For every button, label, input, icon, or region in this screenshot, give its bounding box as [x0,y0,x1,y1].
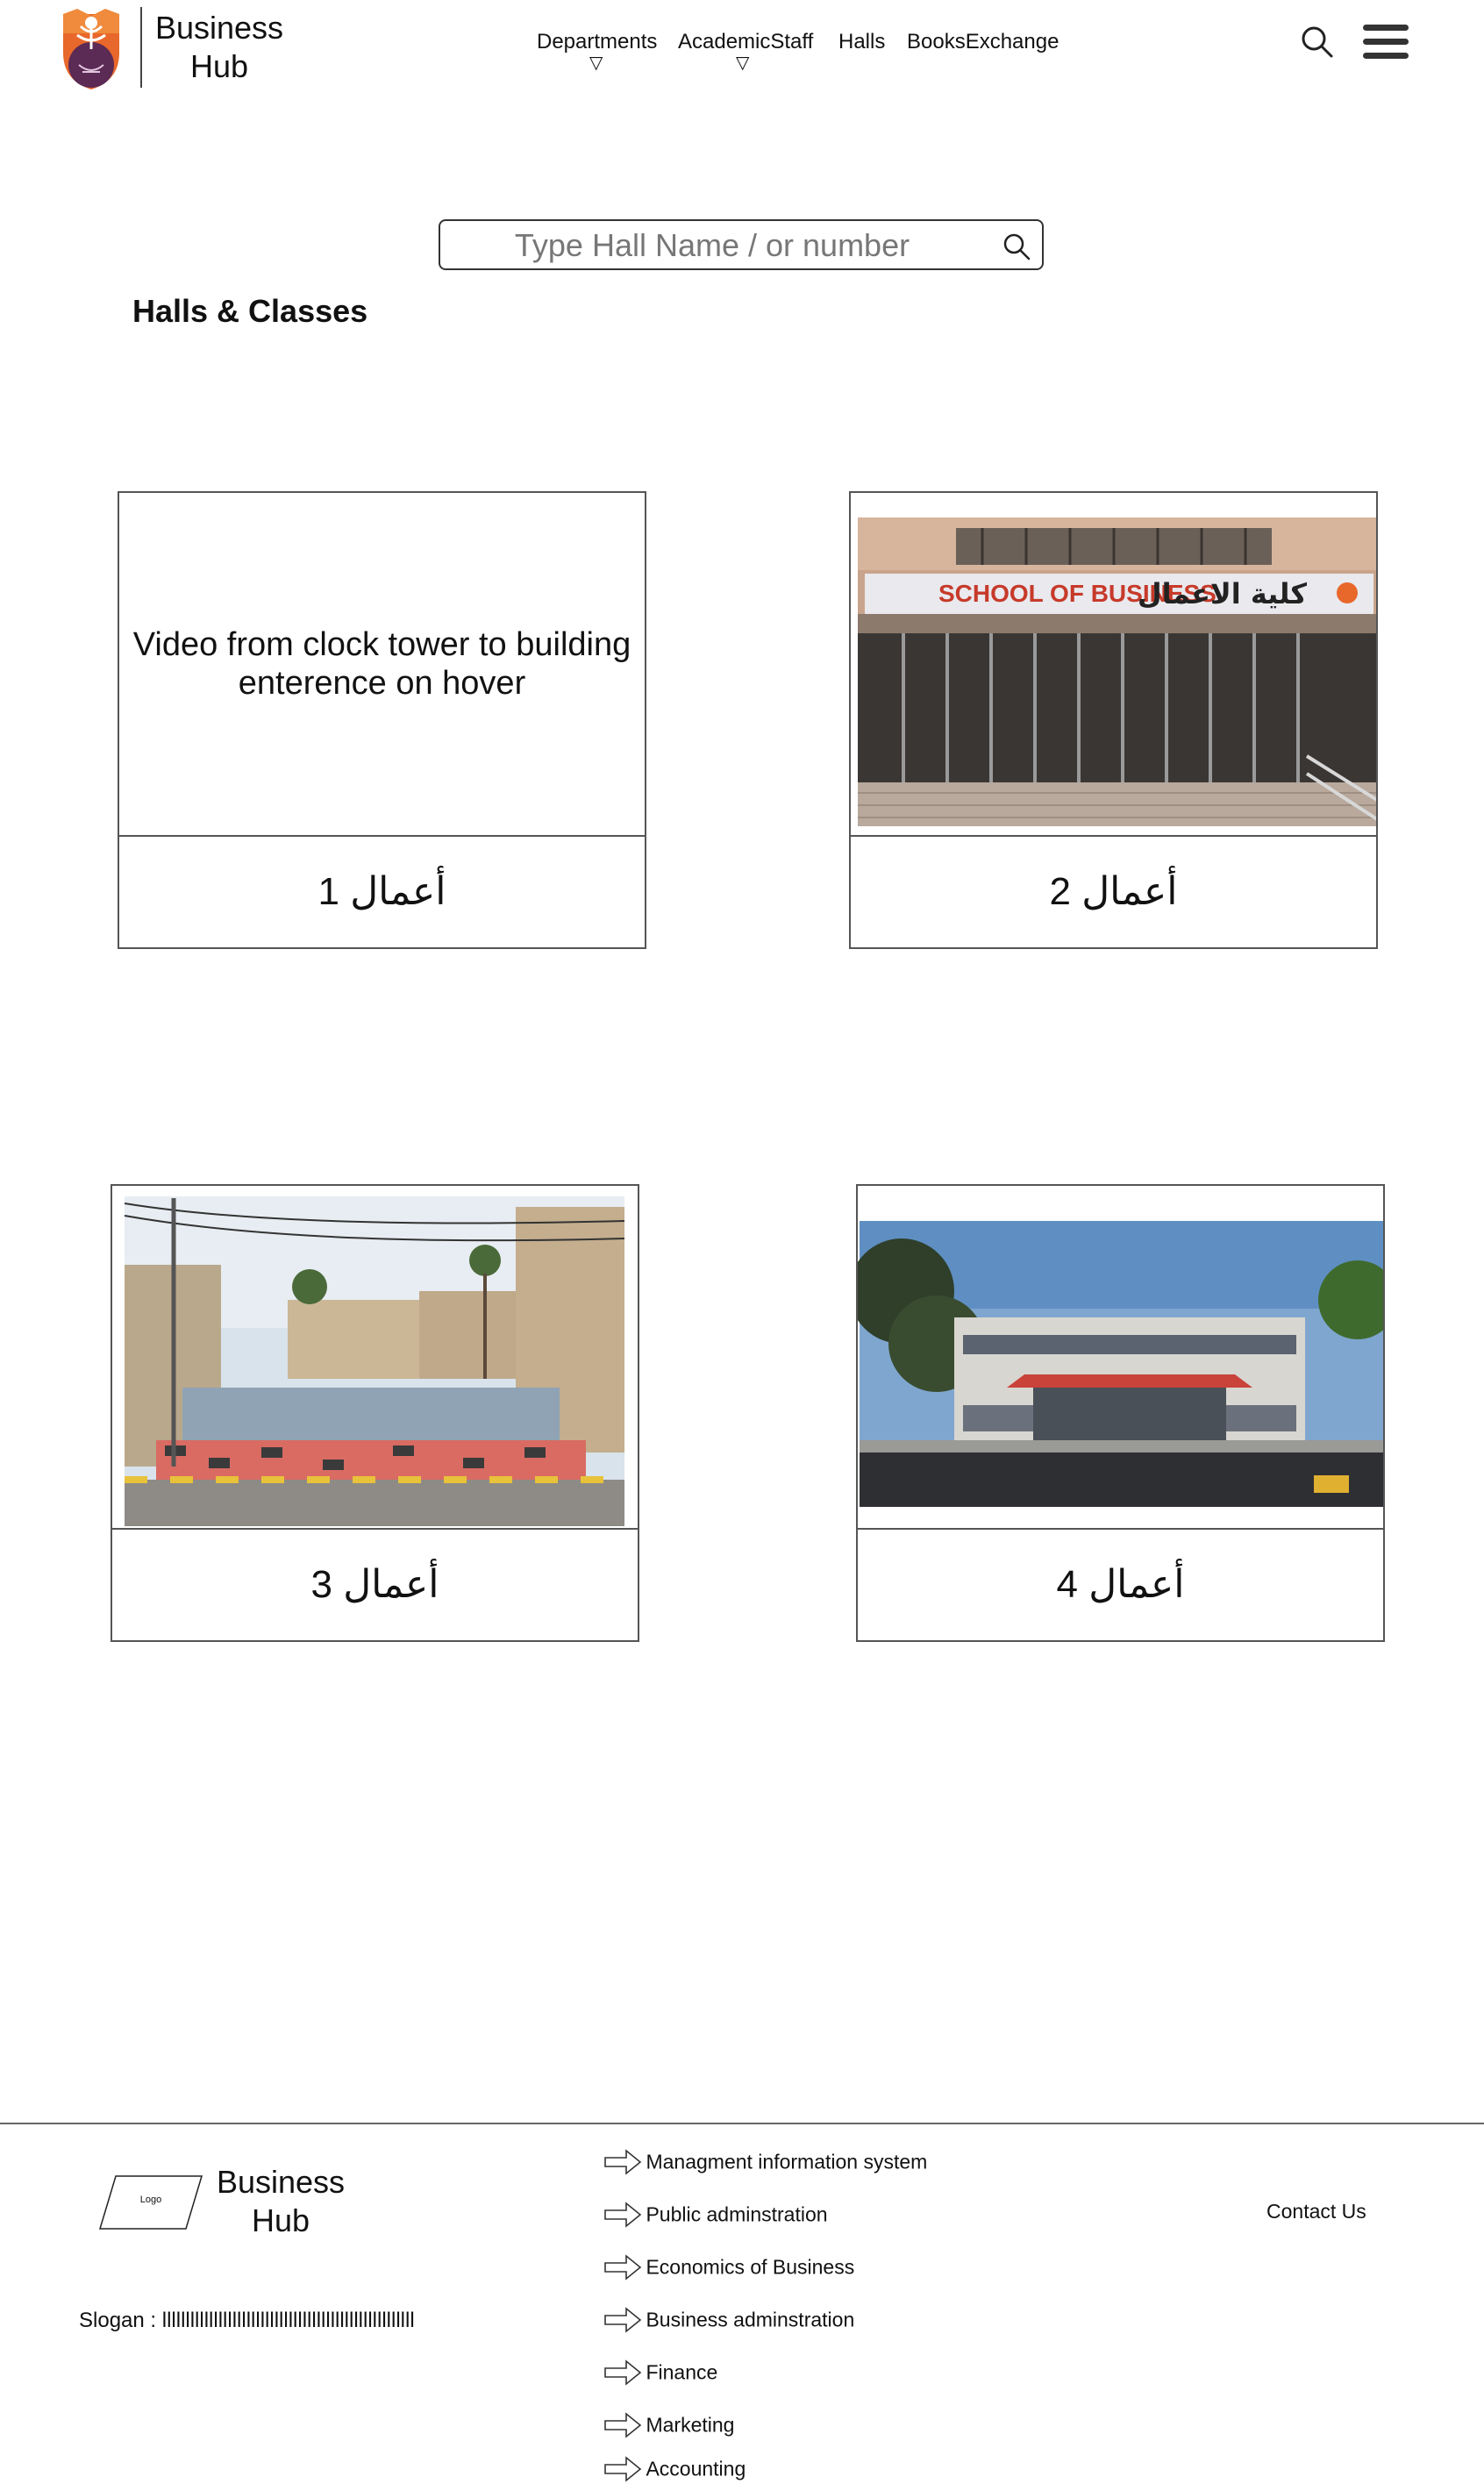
search-icon[interactable] [1002,232,1031,261]
campus-stairs-photo [112,1186,638,1530]
hall-card-3[interactable]: أعمال 3 [111,1184,639,1642]
hall-search-input[interactable] [447,225,977,267]
nav-academic-staff[interactable]: AcademicStaff ▽ [678,30,813,72]
footer-link-public-administration[interactable]: Public adminstration [603,2202,828,2228]
footer-link-business-administration[interactable]: Business adminstration [603,2307,854,2333]
chevron-down-icon[interactable]: ▽ [537,54,657,72]
hall-card-4[interactable]: أعمال 4 [856,1184,1385,1642]
nav-books-exchange[interactable]: BooksExchange [907,30,1059,54]
footer-link-label: Economics of Business [646,2255,855,2279]
brand-line-2: Hub [189,48,249,84]
hall-card-label: أعمال 4 [1056,1562,1185,1606]
building-facade-photo [858,1186,1383,1530]
arrow-right-icon [604,2254,642,2280]
nav-departments-label: Departments [537,30,658,54]
footer-link-marketing[interactable]: Marketing [603,2412,734,2438]
arrow-right-icon [604,2307,642,2333]
footer-link-label: Marketing [646,2413,735,2437]
video-placeholder-text: Video from clock tower to building enter… [132,626,631,702]
nav-academic-staff-label: AcademicStaff [678,30,814,54]
contact-us-link[interactable]: Contact Us [1266,2200,1366,2223]
footer-link-accounting[interactable]: Accounting [603,2456,746,2482]
footer-divider [0,2123,1484,2124]
hall-card-1[interactable]: Video from clock tower to building enter… [118,491,646,949]
arrow-right-icon [604,2359,642,2386]
brand-divider [140,7,142,88]
arrow-right-icon [604,2456,642,2482]
arrow-right-icon [604,2202,642,2228]
hall-card-label: أعمال 1 [317,869,446,913]
nav-halls[interactable]: Halls [838,30,885,54]
hall-card-2[interactable]: SCHOOL OF BUSINESS كلية الاعمال أعمال 2 [849,491,1378,949]
footer-link-finance[interactable]: Finance [603,2359,717,2386]
footer-link-label: Managment information system [646,2150,928,2173]
footer-link-label: Business adminstration [646,2308,855,2331]
footer-brand-name: Business Hub [202,2163,360,2240]
arrow-right-icon [604,2412,642,2438]
nav-departments[interactable]: Departments ▽ [537,30,657,72]
footer-link-mis[interactable]: Managment information system [603,2149,927,2175]
building-entrance-photo: SCHOOL OF BUSINESS كلية الاعمال [851,493,1376,837]
footer-logo[interactable]: Logo [98,2175,203,2230]
page-title: Halls & Classes [132,293,368,329]
footer-link-economics[interactable]: Economics of Business [603,2254,854,2280]
footer-link-label: Finance [646,2360,718,2384]
footer-link-label: Public adminstration [646,2202,828,2226]
hall-card-label: أعمال 3 [310,1562,439,1606]
footer-logo-text: Logo [139,2195,162,2205]
brand-name[interactable]: Business Hub [149,9,289,86]
search-icon[interactable] [1300,25,1335,60]
hamburger-menu-icon[interactable] [1363,25,1409,61]
brand-line-1: Business [154,10,284,46]
university-crest-logo[interactable] [58,7,125,91]
hall-search-box [439,219,1044,270]
hall-card-label: أعمال 2 [1049,869,1178,913]
hall-video-placeholder[interactable]: Video from clock tower to building enter… [119,493,645,837]
footer-brand-line-1: Business [216,2164,346,2200]
arrow-right-icon [604,2149,642,2175]
footer-slogan: Slogan : lllllllllllllllllllllllllllllll… [79,2309,415,2332]
footer-link-label: Accounting [646,2457,746,2480]
chevron-down-icon[interactable]: ▽ [678,54,813,72]
footer-brand-line-2: Hub [251,2202,310,2238]
sign-arabic-text: كلية الاعمال [1138,577,1308,610]
